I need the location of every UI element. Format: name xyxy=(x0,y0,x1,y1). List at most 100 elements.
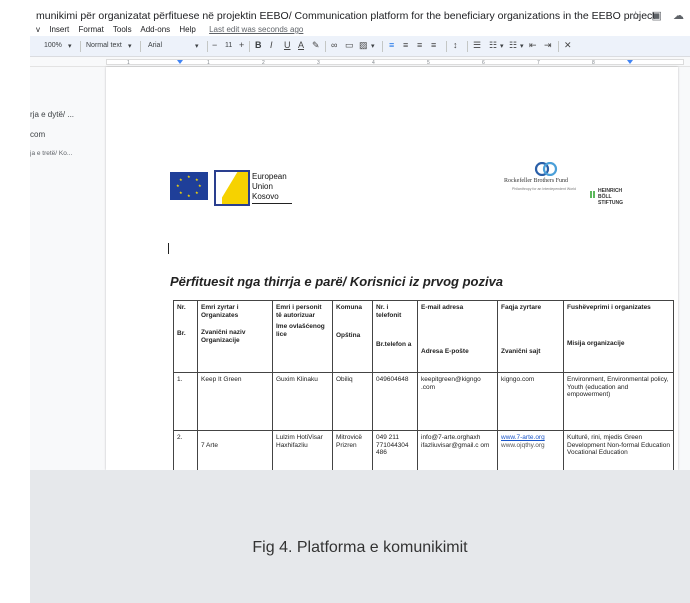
bullet-list-icon[interactable]: ☷ xyxy=(489,40,497,51)
website-link[interactable]: www.7-arte.org xyxy=(501,434,560,442)
left-indent-marker[interactable] xyxy=(177,60,183,64)
text-cursor xyxy=(168,243,169,254)
menu-item-help[interactable]: Help xyxy=(179,25,195,34)
ruler-number: 1 xyxy=(127,60,130,66)
table-heading: Përfituesit nga thirrja e parë/ Korisnic… xyxy=(170,274,504,289)
cell-nr[interactable]: 2. xyxy=(173,430,198,470)
cell-mission[interactable]: Kulturë, rini, mjedis Green Development … xyxy=(563,430,674,470)
align-justify-icon[interactable]: ≡ xyxy=(431,40,436,50)
cell-mission[interactable]: Environment, Environmental policy, Youth… xyxy=(563,372,674,431)
header-cell[interactable]: Emri i personit të autorizuar Ime ovlašće… xyxy=(272,300,333,373)
ruler-number: 7 xyxy=(537,60,540,66)
cell-org-name[interactable]: Keep It Green xyxy=(197,372,273,431)
cell-person[interactable]: Lulzim HotiVisar Haxhifazliu xyxy=(272,430,333,470)
header-top: Faqja zyrtare xyxy=(501,304,542,311)
decrease-indent-icon[interactable]: ⇤ xyxy=(529,40,537,51)
eu-text-line: Kosovo xyxy=(252,192,279,201)
table-header-row: Nr. Br. Emri zyrtar i Organizates Zvanični… xyxy=(173,300,674,373)
ruler-number: 4 xyxy=(372,60,375,66)
right-indent-marker[interactable] xyxy=(627,60,633,64)
menu-bar: v Insert Format Tools Add-ons Help Last … xyxy=(36,25,310,34)
outline-item[interactable]: ja e tretë/ Ko... xyxy=(30,150,106,157)
decrease-font-button[interactable]: − xyxy=(212,40,217,50)
ruler-number: 2 xyxy=(262,60,265,66)
style-chevron-icon[interactable]: ▾ xyxy=(128,42,132,50)
clear-formatting-icon[interactable]: ✕ xyxy=(564,40,572,51)
checklist-icon[interactable]: ☰ xyxy=(473,40,481,51)
numbered-list-icon[interactable]: ☷ xyxy=(509,40,517,51)
header-cell[interactable]: E-mail adresa Adresa E-pošte xyxy=(417,300,498,373)
bullet-chevron-icon[interactable]: ▾ xyxy=(500,42,504,50)
font-chevron-icon[interactable]: ▾ xyxy=(195,42,199,50)
menu-item-tools[interactable]: Tools xyxy=(113,25,132,34)
zoom-chevron-icon[interactable]: ▾ xyxy=(68,42,72,50)
cell-org-name[interactable]: 7 Arte xyxy=(197,430,273,470)
cloud-status-icon[interactable]: ☁ xyxy=(673,10,684,22)
italic-button[interactable]: I xyxy=(270,40,273,50)
menu-item-insert[interactable]: Insert xyxy=(49,25,69,34)
boell-logo-icon-bar xyxy=(593,191,595,198)
header-cell[interactable]: Nr. Br. xyxy=(173,300,198,373)
link-icon[interactable]: ∞ xyxy=(331,40,337,50)
document-page[interactable]: ★ ★ ★ ★ ★ ★ ★ ★ European Union Kosovo Ro… xyxy=(106,67,678,470)
header-top: Nr. i telefonit xyxy=(376,304,402,319)
cell-nr[interactable]: 1. xyxy=(173,372,198,431)
bold-button[interactable]: B xyxy=(255,40,262,50)
menu-item-format[interactable]: Format xyxy=(78,25,103,34)
cell-person[interactable]: Guxim Klinaku xyxy=(272,372,333,431)
website-text[interactable]: www.ojqthy.org xyxy=(501,442,560,450)
docs-screenshot: munikimi për organizatat përfituese në p… xyxy=(30,0,690,470)
header-top: Nr. xyxy=(177,304,186,311)
cell-website[interactable]: kigngo.com xyxy=(497,372,564,431)
ruler: 1 1 2 3 4 5 6 7 8 xyxy=(30,57,690,67)
header-cell[interactable]: Faqja zyrtare Zvanični sajt xyxy=(497,300,564,373)
outline-item[interactable]: com xyxy=(30,130,106,139)
align-center-icon[interactable]: ≡ xyxy=(403,40,408,50)
cell-municipality[interactable]: Obiliq xyxy=(332,372,373,431)
cell-phone[interactable]: 049604648 xyxy=(372,372,418,431)
header-cell[interactable]: Emri zyrtar i Organizates Zvanični naziv … xyxy=(197,300,273,373)
header-bottom: Br.telefon a xyxy=(376,341,412,348)
underline-button[interactable]: U xyxy=(284,40,291,50)
document-title[interactable]: munikimi për organizatat përfituese në p… xyxy=(36,10,655,22)
cell-email[interactable]: info@7-arte.orghaxh ifazliuvisar@gmail.c… xyxy=(417,430,498,470)
ruler-number: 5 xyxy=(427,60,430,66)
header-cell[interactable]: Komuna Opština xyxy=(332,300,373,373)
line-spacing-icon[interactable]: ↕ xyxy=(453,40,458,50)
align-left-icon[interactable]: ≡ xyxy=(389,40,394,50)
rockefeller-name: Rockefeller Brothers Fund xyxy=(504,178,568,184)
header-bottom: Br. xyxy=(177,329,186,337)
font-size-input[interactable]: 11 xyxy=(225,42,232,49)
menu-item-addons[interactable]: Add-ons xyxy=(140,25,170,34)
ruler-number: 1 xyxy=(207,60,210,66)
cell-phone[interactable]: 049 211 771044304 486 xyxy=(372,430,418,470)
align-right-icon[interactable]: ≡ xyxy=(417,40,422,50)
document-outline: rja e dytë/ ... com ja e tretë/ Ko... xyxy=(30,110,106,168)
text-color-button[interactable]: A xyxy=(298,40,304,50)
image-icon[interactable]: ▨ xyxy=(359,40,368,51)
zoom-select[interactable]: 100% xyxy=(44,42,62,49)
ruler-track: 1 1 2 3 4 5 6 7 8 xyxy=(106,59,684,66)
header-bottom: Opština xyxy=(336,331,361,339)
eu-kosovo-text: European Union Kosovo xyxy=(252,172,287,202)
menu-item-view[interactable]: v xyxy=(36,25,40,34)
outline-item[interactable]: rja e dytë/ ... xyxy=(30,110,106,119)
header-cell[interactable]: Fushëveprimi i organizates Misija organiz… xyxy=(563,300,674,373)
increase-font-button[interactable]: + xyxy=(239,40,244,50)
image-chevron-icon[interactable]: ▾ xyxy=(371,42,375,50)
style-select[interactable]: Normal text xyxy=(86,42,122,49)
cell-municipality[interactable]: Mitrovicë Prizren xyxy=(332,430,373,470)
folder-move-icon[interactable]: ▣ xyxy=(652,10,662,22)
numbered-chevron-icon[interactable]: ▾ xyxy=(520,42,524,50)
header-top: Emri zyrtar i Organizates xyxy=(201,304,239,319)
star-icon[interactable]: ☆ xyxy=(631,10,641,22)
last-edit-link[interactable]: Last edit was seconds ago xyxy=(209,25,303,34)
increase-indent-icon[interactable]: ⇥ xyxy=(544,40,552,51)
highlight-icon[interactable]: ✎ xyxy=(312,40,320,51)
beneficiaries-table: Nr. Br. Emri zyrtar i Organizates Zvanični… xyxy=(173,300,674,470)
font-select[interactable]: Arial xyxy=(148,42,162,49)
comment-icon[interactable]: ▭ xyxy=(345,40,354,51)
header-bottom: Zvanični sajt xyxy=(501,347,541,355)
header-cell[interactable]: Nr. i telefonit Br.telefon a xyxy=(372,300,418,373)
cell-email[interactable]: keepitgreen@kigngo .com xyxy=(417,372,498,431)
